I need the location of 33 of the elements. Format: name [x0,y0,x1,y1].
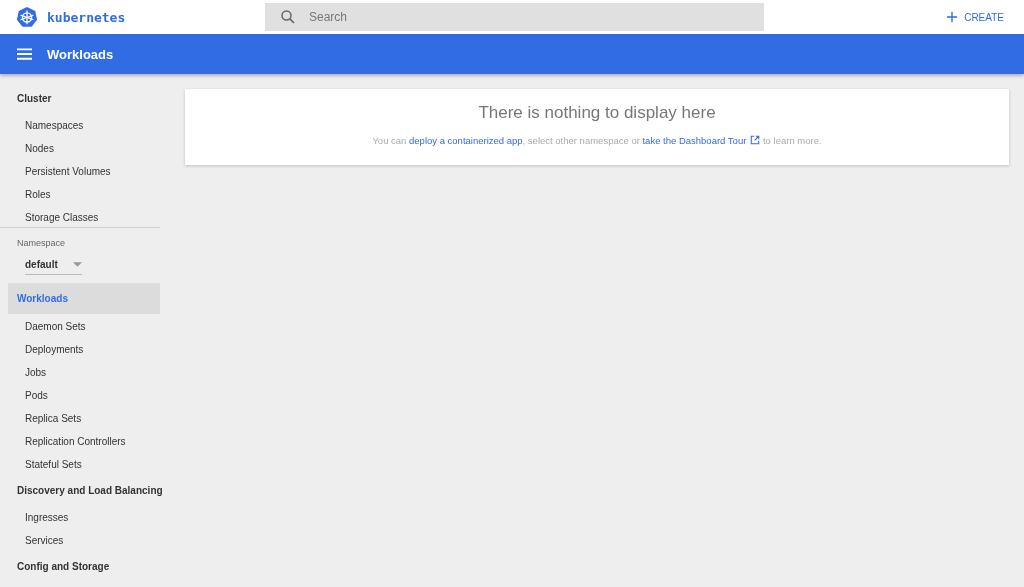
empty-state-message: You can deploy a containerized app, select other namespace or take the Dashboard Tour to learn more. [372,135,822,146]
nav-item[interactable]: Jobs [8,364,160,387]
tour-link[interactable]: take the Dashboard Tour [642,135,761,146]
search-field[interactable]: Search [265,3,764,31]
nav-section-header[interactable]: Discovery and Load Balancing [8,479,160,502]
nav-item[interactable]: Storage Classes [8,209,160,232]
namespace-label: Namespace [16,238,67,250]
helm-wheel-logo-icon [16,6,38,28]
external-link-icon [750,135,761,145]
page-title: Workloads [47,46,114,62]
create-button[interactable]: CREATE [942,7,1008,27]
nav-item[interactable]: Replication Controllers [8,433,160,456]
menu-icon[interactable] [17,48,32,60]
nav-item[interactable]: Pods [8,387,160,410]
logo-text[interactable]: kubernetes [47,9,126,25]
nav-section-header[interactable]: Config and Storage [8,555,160,578]
nav-item[interactable]: Daemon Sets [8,318,160,341]
deploy-link[interactable]: deploy a containerized app [409,135,523,146]
namespace-select[interactable]: default [25,254,82,275]
nav-item[interactable]: Roles [8,186,160,209]
nav-section-header[interactable]: Cluster [8,87,160,110]
nav-item[interactable]: Persistent Volumes [8,163,160,186]
nav-item[interactable]: Namespaces [8,117,160,140]
nav-item[interactable]: Ingresses [8,509,160,532]
nav-item[interactable]: Services [8,532,160,555]
nav-item[interactable]: Stateful Sets [8,456,160,479]
empty-state-title: There is nothing to display here [478,103,716,123]
nav-item[interactable]: Nodes [8,140,160,163]
nav-section-header[interactable]: Workloads [8,283,160,314]
plus-icon [946,11,959,23]
nav-item[interactable]: Replica Sets [8,410,160,433]
nav-item[interactable]: Deployments [8,341,160,364]
dropdown-caret-icon [73,261,82,267]
